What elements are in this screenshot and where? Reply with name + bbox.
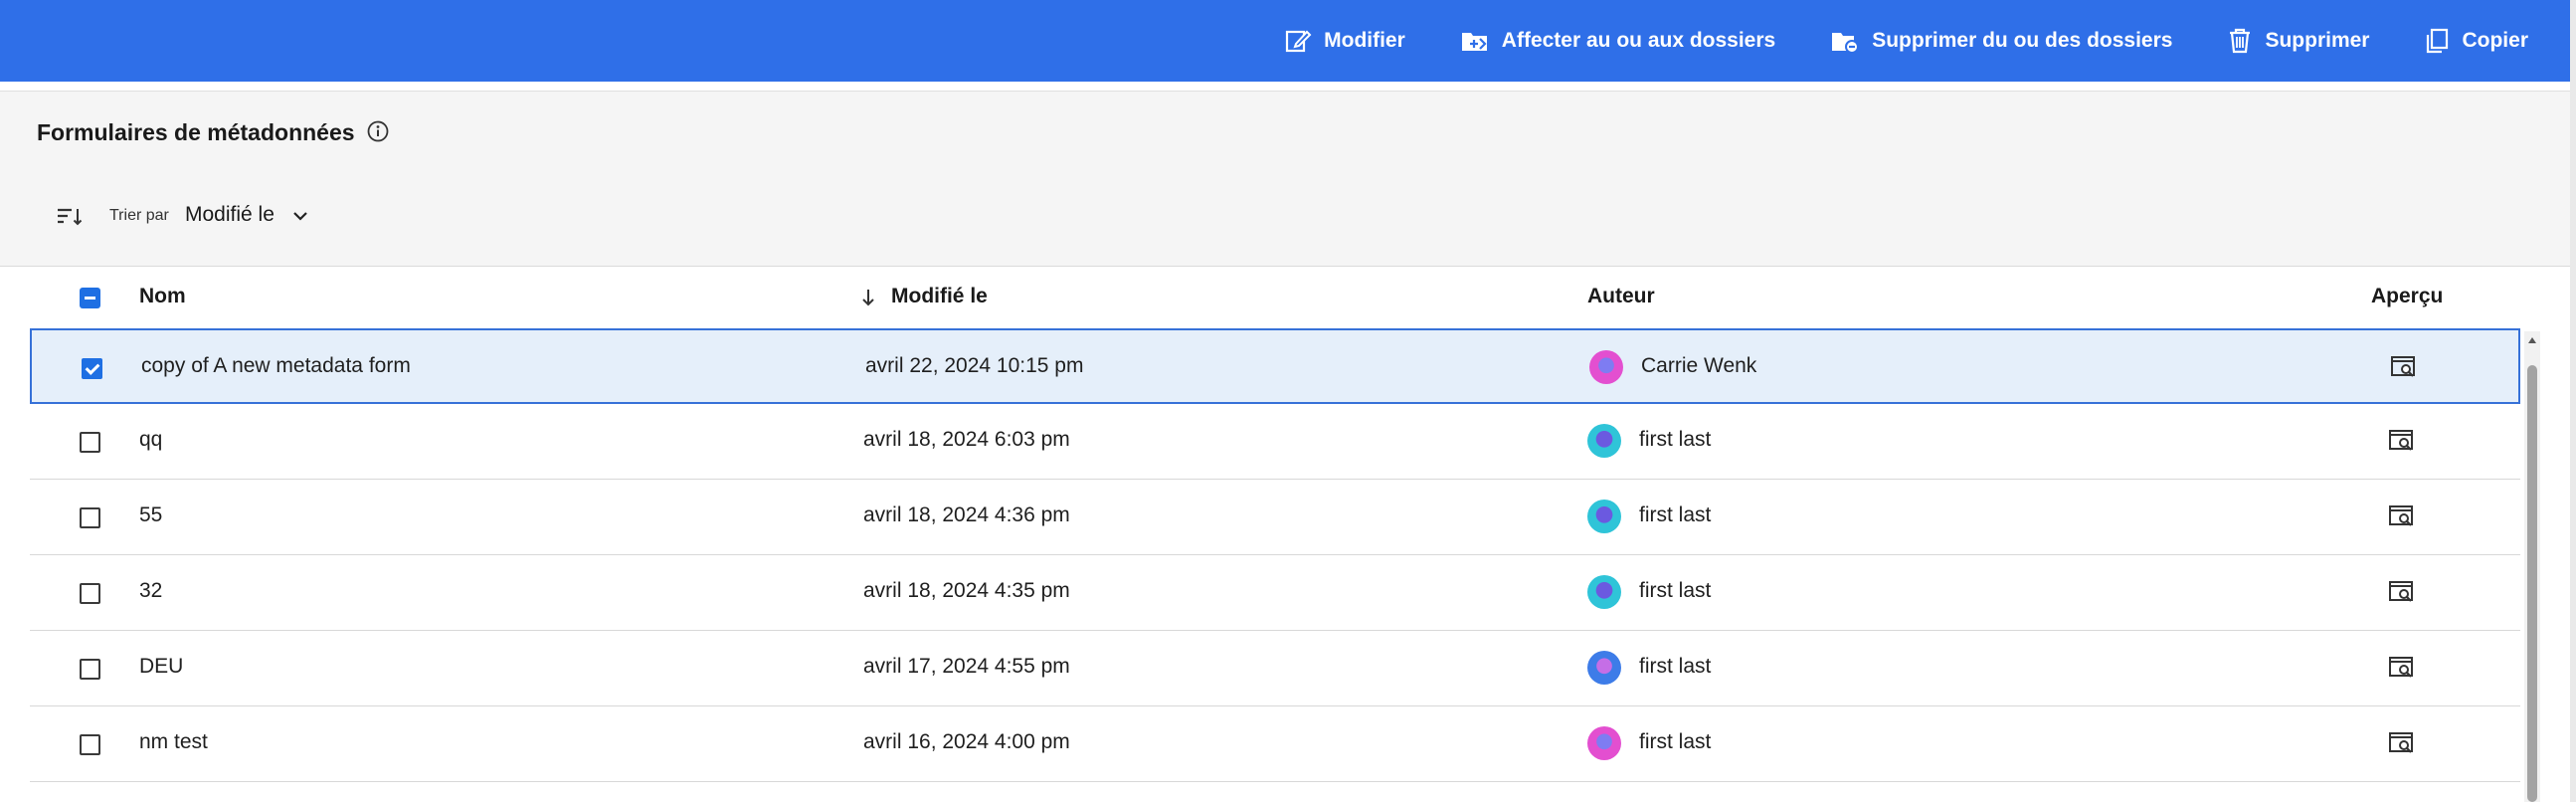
window-edge xyxy=(2570,0,2576,802)
author-name: first last xyxy=(1639,655,1712,678)
row-checkbox[interactable] xyxy=(80,432,100,453)
row-checkbox[interactable] xyxy=(80,583,100,604)
preview-icon[interactable] xyxy=(2387,579,2417,605)
author-name: first last xyxy=(1639,428,1712,451)
row-checkbox[interactable] xyxy=(80,659,100,680)
column-header-preview: Aperçu xyxy=(2371,285,2444,307)
table-row[interactable]: DEU avril 17, 2024 4:55 pm first last xyxy=(30,631,2520,706)
preview-icon[interactable] xyxy=(2389,354,2419,380)
avatar xyxy=(1587,500,1621,533)
modified-date: avril 17, 2024 4:55 pm xyxy=(863,655,1070,678)
vertical-scrollbar[interactable] xyxy=(2524,331,2540,802)
delete-button-label: Supprimer xyxy=(2265,29,2370,52)
trash-icon xyxy=(2230,28,2251,54)
scroll-up-arrow-icon[interactable] xyxy=(2527,335,2537,345)
page-title: Formulaires de métadonnées xyxy=(37,119,355,145)
form-name[interactable]: copy of A new metadata form xyxy=(141,354,411,378)
row-checkbox[interactable] xyxy=(82,358,102,379)
form-name[interactable]: nm test xyxy=(139,730,208,754)
edit-button[interactable]: Modifier xyxy=(1284,27,1405,55)
sort-order-icon[interactable] xyxy=(56,205,84,229)
column-header-author[interactable]: Auteur xyxy=(1587,285,1655,308)
info-icon[interactable] xyxy=(365,118,391,144)
edit-button-label: Modifier xyxy=(1324,29,1405,52)
avatar xyxy=(1587,575,1621,609)
chevron-down-icon[interactable] xyxy=(290,206,310,226)
select-all-checkbox[interactable] xyxy=(80,288,100,308)
modified-date: avril 22, 2024 10:15 pm xyxy=(865,354,1084,377)
copy-icon xyxy=(2427,28,2449,54)
modified-date: avril 18, 2024 6:03 pm xyxy=(863,428,1070,451)
action-toolbar: Modifier Affecter au ou aux dossiers Sup… xyxy=(0,0,2570,82)
table-row[interactable]: nm test avril 16, 2024 4:00 pm first las… xyxy=(30,706,2520,782)
remove-from-folders-button[interactable]: Supprimer du ou des dossiers xyxy=(1830,27,2172,55)
table-row[interactable]: 55 avril 18, 2024 4:36 pm first last xyxy=(30,480,2520,555)
author-name: first last xyxy=(1639,579,1712,602)
column-header-modified[interactable]: Modifié le xyxy=(891,285,988,308)
author-name: first last xyxy=(1639,503,1712,526)
avatar xyxy=(1587,726,1621,760)
form-name[interactable]: DEU xyxy=(139,655,183,679)
preview-icon[interactable] xyxy=(2387,730,2417,756)
copy-button[interactable]: Copier xyxy=(2424,27,2528,55)
form-name[interactable]: 55 xyxy=(139,503,162,527)
table-row[interactable]: 32 avril 18, 2024 4:35 pm first last xyxy=(30,555,2520,631)
assign-folders-button[interactable]: Affecter au ou aux dossiers xyxy=(1460,27,1775,55)
preview-icon[interactable] xyxy=(2387,428,2417,454)
modified-date: avril 18, 2024 4:35 pm xyxy=(863,579,1070,602)
scrollbar-thumb[interactable] xyxy=(2527,365,2537,802)
delete-button[interactable]: Supprimer xyxy=(2227,27,2369,55)
remove-from-folders-label: Supprimer du ou des dossiers xyxy=(1872,29,2173,52)
form-name[interactable]: qq xyxy=(139,428,162,452)
sort-by-dropdown[interactable]: Modifié le xyxy=(185,203,275,227)
folder-assign-icon xyxy=(1461,33,1487,51)
row-checkbox[interactable] xyxy=(80,734,100,755)
preview-icon[interactable] xyxy=(2387,503,2417,529)
row-checkbox[interactable] xyxy=(80,507,100,528)
modified-date: avril 16, 2024 4:00 pm xyxy=(863,730,1070,753)
author-name: first last xyxy=(1639,730,1712,753)
table-row[interactable]: qq avril 18, 2024 6:03 pm first last xyxy=(30,404,2520,480)
page-header: Formulaires de métadonnées Trier par Mod… xyxy=(0,91,2570,267)
folder-remove-icon xyxy=(1832,33,1860,54)
preview-icon[interactable] xyxy=(2387,655,2417,681)
copy-button-label: Copier xyxy=(2462,29,2528,52)
modified-date: avril 18, 2024 4:36 pm xyxy=(863,503,1070,526)
column-header-name[interactable]: Nom xyxy=(139,285,186,308)
author-name: Carrie Wenk xyxy=(1641,354,1757,377)
sort-descending-icon[interactable] xyxy=(859,287,877,308)
forms-table: copy of A new metadata form avril 22, 20… xyxy=(30,328,2520,782)
avatar xyxy=(1589,350,1623,384)
sort-by-label: Trier par xyxy=(109,207,169,224)
assign-folders-label: Affecter au ou aux dossiers xyxy=(1501,29,1776,52)
avatar xyxy=(1587,651,1621,685)
avatar xyxy=(1587,424,1621,458)
edit-icon xyxy=(1286,30,1312,53)
table-row[interactable]: copy of A new metadata form avril 22, 20… xyxy=(30,328,2520,404)
form-name[interactable]: 32 xyxy=(139,579,162,603)
